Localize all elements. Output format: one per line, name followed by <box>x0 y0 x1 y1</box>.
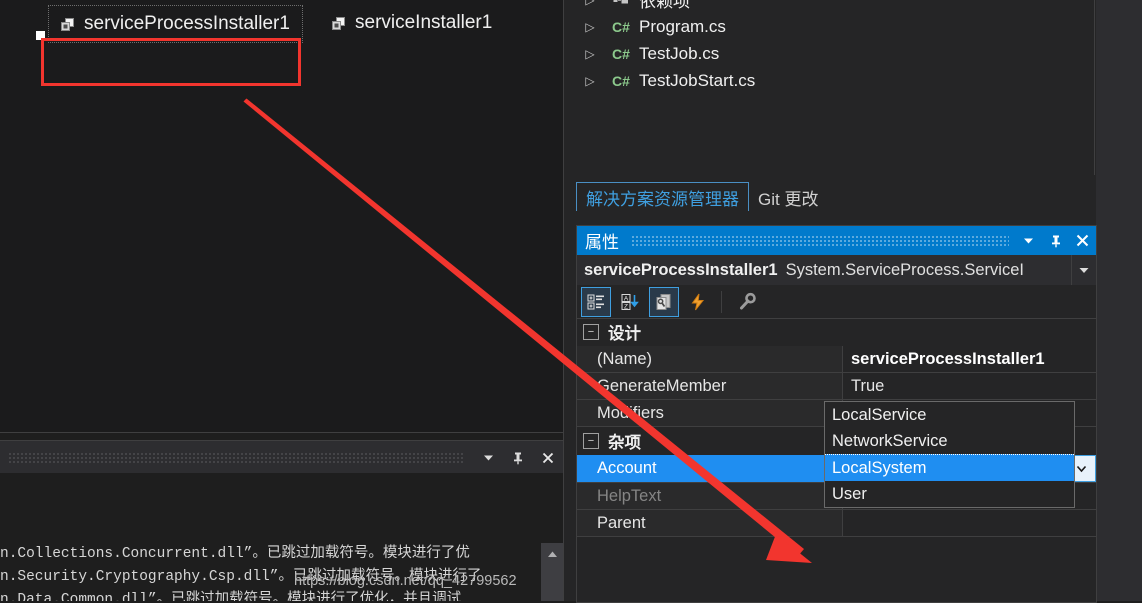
chevron-down-icon[interactable] <box>1071 255 1096 285</box>
tree-item-dependencies[interactable]: ▷ 依赖项 <box>575 0 1094 13</box>
chevron-right-icon[interactable]: ▷ <box>575 0 605 7</box>
collapse-expander-icon[interactable]: − <box>583 433 599 449</box>
collapse-expander-icon[interactable]: − <box>583 324 599 340</box>
selection-handle[interactable] <box>36 31 45 40</box>
tree-item-label: TestJobStart.cs <box>637 71 755 91</box>
property-pages-button[interactable] <box>649 287 679 317</box>
output-line: n.Collections.Concurrent.dll”。已跳过加载符号。模块… <box>0 543 540 566</box>
pin-icon[interactable] <box>1042 227 1069 254</box>
chevron-right-icon[interactable]: ▷ <box>575 20 605 34</box>
solution-explorer-tree[interactable]: ▷ 依赖项 ▷ C# Program.cs ▷ C# TestJob.cs <box>575 0 1094 175</box>
output-panel-header <box>0 440 563 475</box>
dropdown-option-label: NetworkService <box>832 432 948 451</box>
svg-text:A: A <box>624 295 629 302</box>
dropdown-option-localservice[interactable]: LocalService <box>825 402 1074 428</box>
properties-title: 属性 <box>577 228 625 253</box>
chevron-right-icon[interactable]: ▷ <box>575 47 605 61</box>
property-row-name[interactable]: (Name) serviceProcessInstaller1 <box>577 346 1096 373</box>
toolbar-separator <box>721 291 722 313</box>
tree-item-program-cs[interactable]: ▷ C# Program.cs <box>575 13 1094 40</box>
property-row-parent[interactable]: Parent <box>577 510 1096 537</box>
pin-icon[interactable] <box>503 444 533 472</box>
annotation-highlight-box <box>41 38 301 86</box>
property-name: GenerateMember <box>577 373 843 399</box>
output-line: n.Data.Common.dll”。已跳过加载符号。模块进行了优化，并且调试 <box>0 589 540 601</box>
property-name: Parent <box>577 510 843 536</box>
component-designer-surface[interactable]: serviceProcessInstaller1 serviceInstalle… <box>0 0 564 433</box>
chevron-down-icon[interactable] <box>473 444 503 472</box>
csharp-file-icon: C# <box>605 19 637 35</box>
dropdown-option-label: LocalService <box>832 406 926 425</box>
dropdown-option-localsystem[interactable]: LocalSystem <box>825 454 1074 481</box>
tree-item-label: Program.cs <box>637 17 726 37</box>
tab-label: 解决方案资源管理器 <box>586 185 739 210</box>
properties-object-selector[interactable]: serviceProcessInstaller1 System.ServiceP… <box>577 255 1096 286</box>
tree-divider <box>1094 0 1095 175</box>
dependencies-icon <box>605 0 637 5</box>
scroll-up-arrow-icon[interactable] <box>541 543 563 565</box>
account-dropdown-list[interactable]: LocalService NetworkService LocalSystem … <box>824 401 1075 508</box>
property-name: Account <box>577 455 843 482</box>
property-name: Modifiers <box>577 400 843 426</box>
property-name: (Name) <box>577 346 843 372</box>
property-value[interactable]: True <box>843 373 1096 399</box>
category-label: 杂项 <box>608 429 641 453</box>
property-row-generatemember[interactable]: GenerateMember True <box>577 373 1096 400</box>
app-root: serviceProcessInstaller1 serviceInstalle… <box>0 0 1142 601</box>
tree-item-label: 依赖项 <box>637 0 690 12</box>
tree-item-testjob-cs[interactable]: ▷ C# TestJob.cs <box>575 40 1094 67</box>
panel-drag-grip[interactable] <box>631 235 1009 247</box>
output-text: n.Collections.Concurrent.dll”。已跳过加载符号。模块… <box>0 543 540 601</box>
component-icon <box>330 15 347 32</box>
component-serviceinstaller1[interactable]: serviceInstaller1 <box>330 12 492 34</box>
categorized-view-button[interactable] <box>581 287 611 317</box>
output-scrollbar[interactable] <box>541 543 563 601</box>
events-button[interactable] <box>683 287 713 317</box>
properties-title-bar: 属性 <box>577 226 1096 255</box>
tab-git-changes[interactable]: Git 更改 <box>749 183 827 211</box>
property-value[interactable]: serviceProcessInstaller1 <box>843 346 1096 372</box>
property-category-design[interactable]: − 设计 <box>577 318 1096 346</box>
panel-drag-grip[interactable] <box>8 452 465 464</box>
csharp-file-icon: C# <box>605 73 637 89</box>
tree-item-label: TestJob.cs <box>637 44 719 64</box>
tab-solution-explorer[interactable]: 解决方案资源管理器 <box>576 182 749 211</box>
property-name: HelpText <box>577 483 843 509</box>
close-icon[interactable] <box>1069 227 1096 254</box>
settings-button[interactable] <box>732 287 762 317</box>
close-icon[interactable] <box>533 444 563 472</box>
dropdown-option-label: User <box>832 485 867 504</box>
component-label: serviceInstaller1 <box>355 12 492 34</box>
properties-window: 属性 serviceProcessInstaller1 <box>576 225 1097 603</box>
property-value[interactable] <box>843 510 1096 536</box>
tab-label: Git 更改 <box>758 185 818 210</box>
selected-object-type: System.ServiceProcess.ServiceI <box>778 261 1071 280</box>
dropdown-option-user[interactable]: User <box>825 481 1074 507</box>
right-gutter <box>1096 0 1142 601</box>
component-label: serviceProcessInstaller1 <box>84 13 290 35</box>
selected-object-name: serviceProcessInstaller1 <box>577 261 778 280</box>
tree-item-testjobstart-cs[interactable]: ▷ C# TestJobStart.cs <box>575 67 1094 94</box>
component-serviceprocessinstaller1[interactable]: serviceProcessInstaller1 <box>48 5 303 43</box>
component-icon <box>59 16 76 33</box>
dropdown-option-networkservice[interactable]: NetworkService <box>825 428 1074 454</box>
properties-toolbar: A Z <box>577 285 1096 319</box>
csharp-file-icon: C# <box>605 46 637 62</box>
watermark: https://blog.csdn.net/qq_42799562 <box>294 573 517 589</box>
chevron-down-icon[interactable] <box>1015 227 1042 254</box>
dock-tabs: 解决方案资源管理器 Git 更改 <box>576 181 1142 211</box>
alphabetical-sort-button[interactable]: A Z <box>615 287 645 317</box>
category-label: 设计 <box>608 320 641 344</box>
svg-text:Z: Z <box>624 303 628 310</box>
chevron-right-icon[interactable]: ▷ <box>575 74 605 88</box>
dropdown-option-label: LocalSystem <box>832 459 926 478</box>
